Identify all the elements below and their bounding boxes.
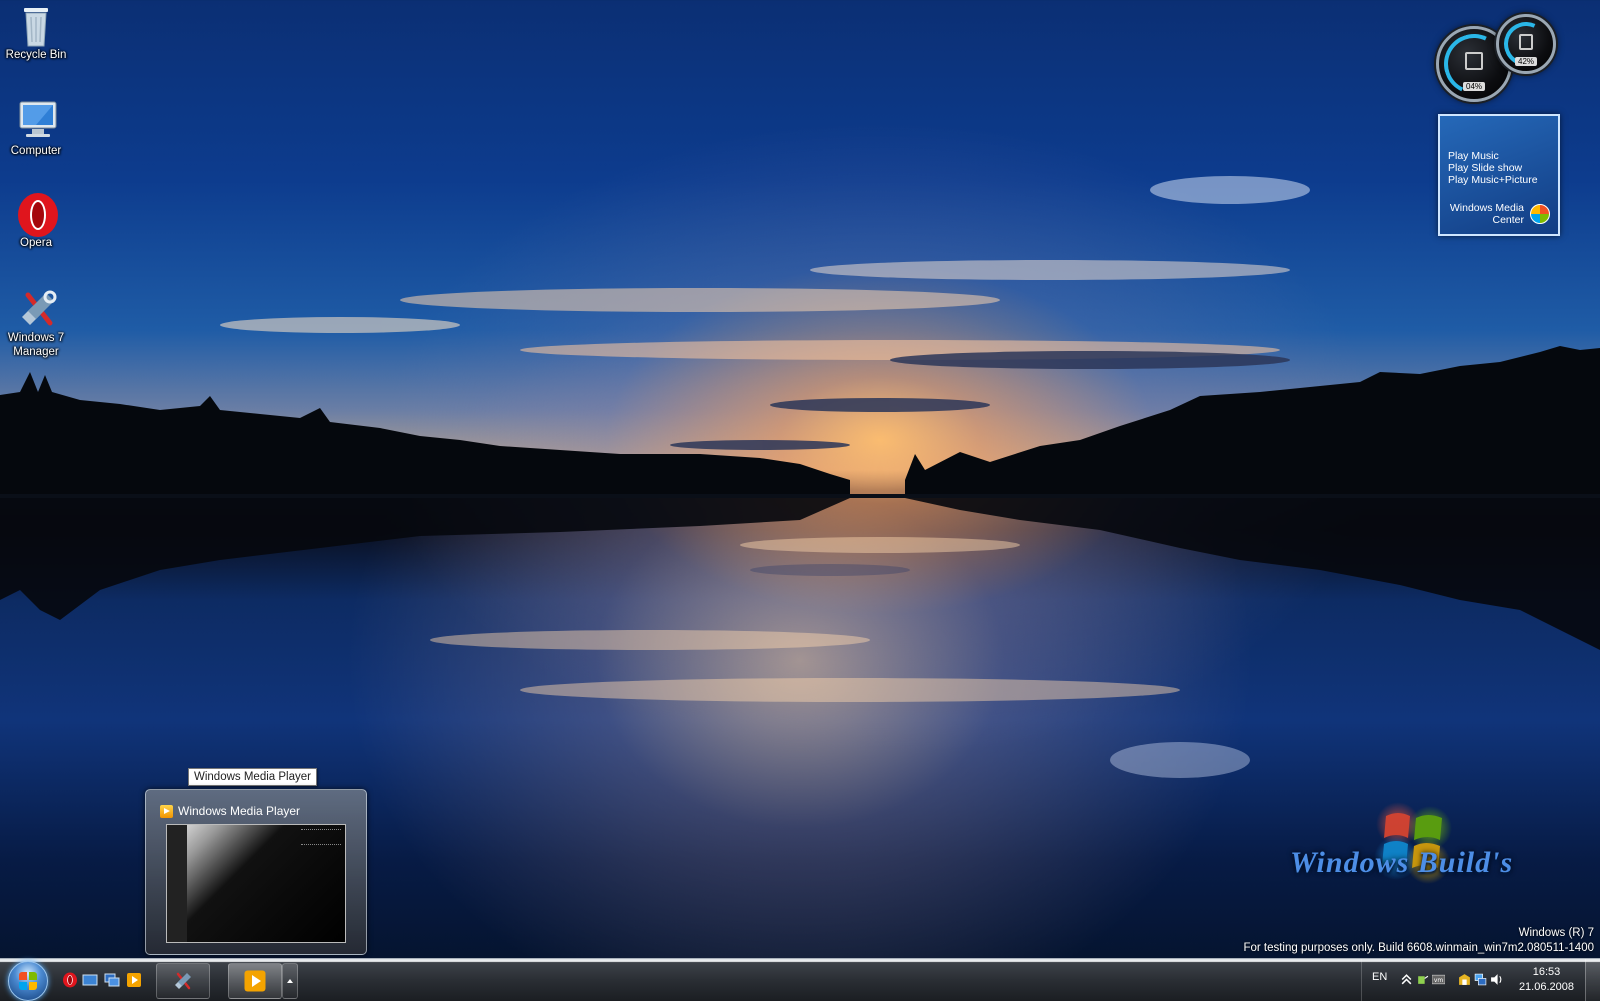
desktop-icon-computer[interactable]: Computer [0, 100, 72, 158]
show-desktop-button[interactable] [1585, 959, 1600, 1001]
svg-text:vm: vm [1434, 977, 1444, 984]
desktop-icon-recycle-bin[interactable]: Recycle Bin [0, 4, 72, 62]
clock-date: 21.06.2008 [1518, 981, 1574, 993]
media-player-quicklaunch-icon[interactable] [126, 972, 142, 988]
safely-remove-hardware-icon[interactable] [1416, 973, 1429, 986]
language-indicator[interactable]: EN [1372, 971, 1387, 983]
cpu-percent: 04% [1462, 82, 1486, 91]
build-info: Windows (R) 7 For testing purposes only.… [1243, 926, 1594, 956]
vmware-tools-icon[interactable]: vm [1432, 973, 1445, 986]
chevron-up-icon[interactable] [1400, 973, 1413, 986]
build-line-2: For testing purposes only. Build 6608.wi… [1243, 942, 1594, 954]
system-tray: EN vm 16:53 21.06.2008 [1361, 959, 1600, 1001]
network-icon[interactable] [1474, 973, 1487, 986]
desktop-icon-opera[interactable]: Opera [0, 192, 72, 250]
recycle-bin-icon [16, 4, 56, 47]
taskbar: EN vm 16:53 21.06.2008 [0, 958, 1600, 1001]
taskbar-windows-media-player[interactable] [228, 963, 282, 999]
media-player-icon [244, 970, 266, 992]
thumbnail-preview[interactable]: Windows Media Player [145, 789, 367, 955]
memory-meter-gadget[interactable]: 42% [1496, 14, 1556, 74]
windows-logo-icon [19, 972, 37, 990]
preview-title: Windows Media Player [160, 804, 300, 818]
preview-thumbnail[interactable] [166, 824, 346, 943]
switch-windows-quicklaunch-icon[interactable] [104, 972, 120, 988]
thumbnail-sidebar [167, 825, 187, 942]
volume-icon[interactable] [1490, 973, 1503, 986]
thumbnail-controls [301, 829, 341, 845]
chevron-up-icon [287, 979, 293, 983]
action-center-icon[interactable] [1458, 973, 1471, 986]
opera-quicklaunch-icon[interactable] [62, 972, 78, 988]
watermark-text: Windows Build's [1290, 846, 1514, 879]
memory-percent: 42% [1514, 57, 1538, 66]
preview-title-text: Windows Media Player [178, 804, 301, 818]
taskbar-overflow-button[interactable] [282, 963, 298, 999]
tools-icon [175, 972, 191, 990]
taskbar-windows-7-manager[interactable] [156, 963, 210, 999]
opera-icon [16, 192, 58, 237]
build-line-1: Windows (R) 7 [1518, 927, 1594, 939]
desktop-icon-label: Recycle Bin [5, 49, 67, 61]
tools-icon [16, 287, 57, 327]
computer-icon [16, 100, 57, 140]
show-desktop-quicklaunch-icon[interactable] [82, 972, 98, 988]
clock[interactable]: 16:53 21.06.2008 [1519, 965, 1574, 995]
windows-orb-icon[interactable] [1530, 204, 1550, 224]
desktop-icon-label: Computer [10, 145, 62, 157]
clock-time: 16:53 [1532, 966, 1561, 978]
start-button[interactable] [8, 961, 48, 1001]
play-music-link[interactable]: Play Music [1448, 150, 1538, 162]
media-center-links: Play Music Play Slide show Play Music+Pi… [1448, 150, 1538, 186]
desktop-icon-label: Opera [20, 237, 52, 249]
media-center-gadget: Play Music Play Slide show Play Music+Pi… [1438, 114, 1560, 236]
media-player-icon [160, 804, 173, 818]
cpu-icon [1465, 52, 1483, 71]
memory-icon [1519, 33, 1533, 50]
play-music-picture-link[interactable]: Play Music+Picture [1448, 174, 1538, 186]
taskbar-tooltip: Windows Media Player [188, 768, 317, 786]
desktop-icon-label: Windows 7 Manager [7, 332, 65, 358]
play-slide-show-link[interactable]: Play Slide show [1448, 162, 1538, 174]
desktop-icon-windows-7-manager[interactable]: Windows 7 Manager [0, 287, 72, 359]
media-center-brand[interactable]: Windows Media Center [1444, 202, 1524, 226]
